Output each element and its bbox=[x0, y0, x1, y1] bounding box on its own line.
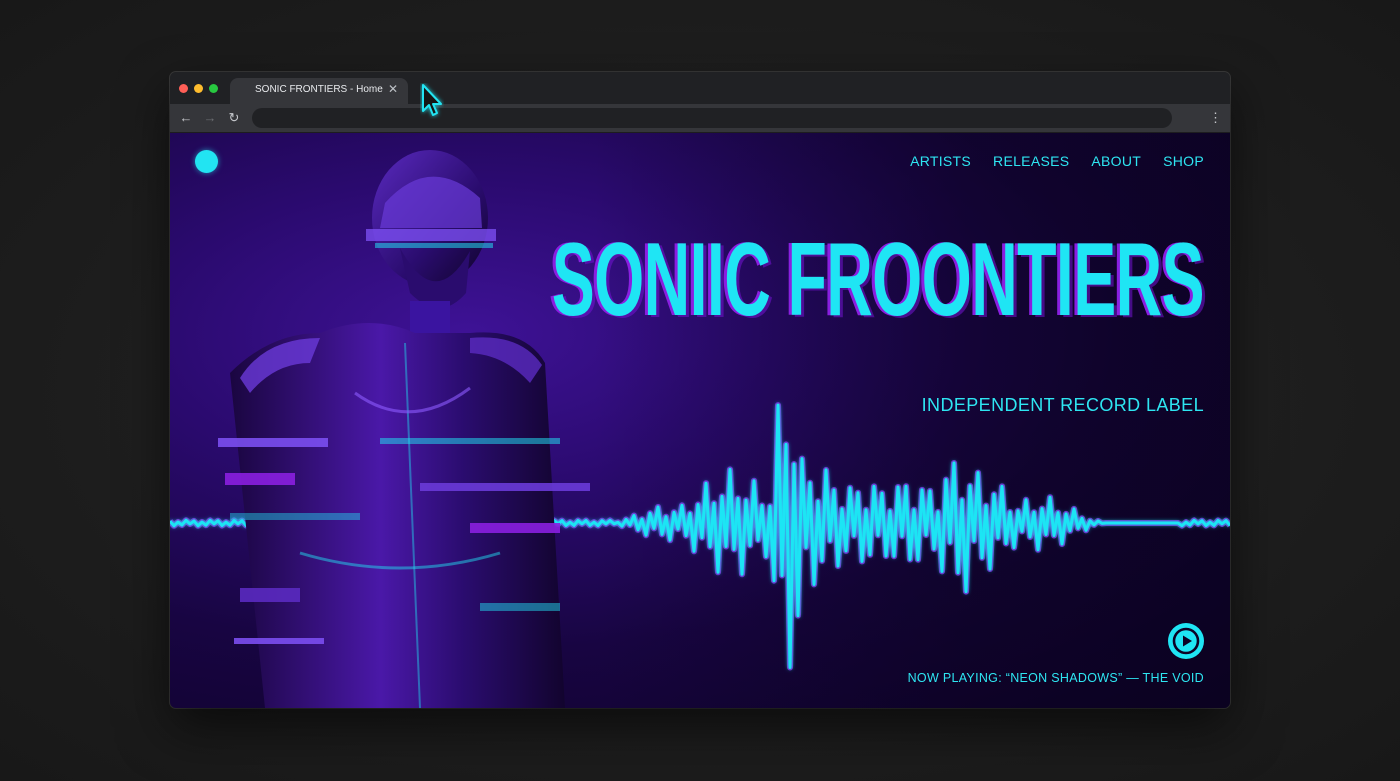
minimize-window-button[interactable] bbox=[194, 84, 203, 93]
now-playing-text: NOW PLAYING: “NEON SHADOWS” — THE VOID bbox=[907, 671, 1204, 685]
maximize-window-button[interactable] bbox=[209, 84, 218, 93]
browser-window: SONIC FRONTIERS - Home ✕ ← → ↻ ⋮ ARTISTS… bbox=[170, 72, 1230, 708]
website-page: ARTISTS RELEASES ABOUT SHOP SONIIC FROON… bbox=[170, 133, 1230, 708]
kebab-menu-icon[interactable]: ⋮ bbox=[1209, 109, 1222, 127]
logo-dot-icon[interactable] bbox=[195, 150, 218, 173]
tab-home[interactable]: SONIC FRONTIERS - Home ✕ bbox=[230, 78, 408, 104]
play-icon bbox=[1172, 627, 1200, 655]
hero-subtitle: INDEPENDENT RECORD LABEL bbox=[921, 395, 1204, 415]
tab-title: SONIC FRONTIERS - Home bbox=[255, 84, 383, 95]
nav-link-shop[interactable]: SHOP bbox=[1163, 153, 1204, 169]
hero-title: SONIIC FROONTIERS bbox=[551, 222, 1205, 338]
close-window-button[interactable] bbox=[179, 84, 188, 93]
address-bar[interactable] bbox=[252, 108, 1172, 128]
back-arrow-icon[interactable]: ← bbox=[177, 109, 195, 127]
play-button[interactable] bbox=[1168, 623, 1204, 659]
hero-figure-image bbox=[218, 150, 590, 708]
close-icon[interactable]: ✕ bbox=[386, 82, 400, 96]
tab-bar: SONIC FRONTIERS - Home ✕ bbox=[170, 72, 1230, 104]
nav-link-releases[interactable]: RELEASES bbox=[993, 153, 1069, 169]
nav-link-about[interactable]: ABOUT bbox=[1091, 153, 1141, 169]
forward-arrow-icon[interactable]: → bbox=[201, 109, 219, 127]
nav-link-artists[interactable]: ARTISTS bbox=[910, 153, 971, 169]
main-nav: ARTISTS RELEASES ABOUT SHOP bbox=[910, 153, 1204, 169]
browser-toolbar: ← → ↻ ⋮ bbox=[170, 104, 1230, 133]
mouse-cursor-icon bbox=[422, 84, 442, 116]
reload-icon[interactable]: ↻ bbox=[225, 109, 243, 127]
